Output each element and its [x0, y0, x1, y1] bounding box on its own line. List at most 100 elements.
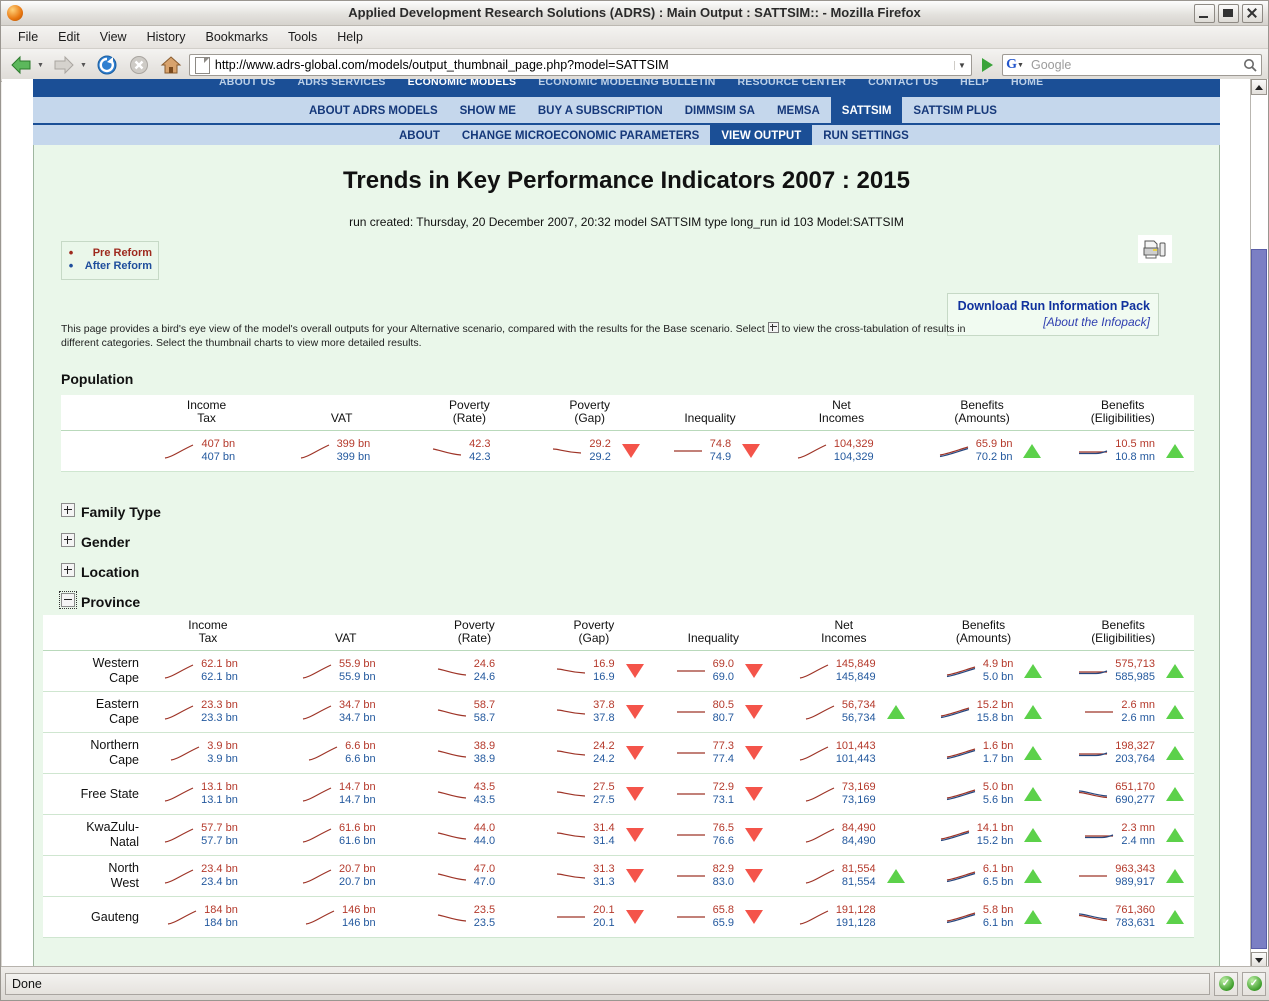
nav-primary-item-economic-models[interactable]: ECONOMIC MODELS — [408, 79, 517, 88]
sparkline-chart[interactable] — [674, 702, 708, 722]
sparkline-chart[interactable] — [435, 784, 469, 804]
sparkline-chart[interactable] — [554, 702, 588, 722]
sparkline-chart[interactable] — [671, 441, 705, 461]
print-icon[interactable] — [1138, 235, 1172, 263]
sparkline-chart[interactable] — [165, 907, 199, 927]
sparkline-chart[interactable] — [803, 866, 837, 886]
sparkline-chart[interactable] — [944, 784, 978, 804]
sparkline-chart[interactable] — [1076, 441, 1110, 461]
sparkline-chart[interactable] — [803, 784, 837, 804]
sparkline-chart[interactable] — [168, 743, 202, 763]
maximize-button[interactable] — [1218, 4, 1239, 23]
sparkline-chart[interactable] — [803, 825, 837, 845]
sparkline-chart[interactable] — [938, 825, 972, 845]
menu-view[interactable]: View — [91, 27, 136, 47]
section-header-location[interactable]: Location — [61, 563, 139, 580]
nav-tertiary-item-view-output[interactable]: VIEW OUTPUT — [710, 125, 812, 147]
scroll-up-button[interactable] — [1251, 79, 1267, 95]
sparkline-chart[interactable] — [306, 743, 340, 763]
sparkline-chart[interactable] — [674, 743, 708, 763]
sparkline-chart[interactable] — [674, 825, 708, 845]
sparkline-chart[interactable] — [674, 661, 708, 681]
sparkline-chart[interactable] — [1076, 866, 1110, 886]
sparkline-chart[interactable] — [435, 661, 469, 681]
sparkline-chart[interactable] — [944, 866, 978, 886]
url-bar[interactable]: http://www.adrs-global.com/models/output… — [189, 54, 972, 76]
sparkline-chart[interactable] — [944, 743, 978, 763]
sparkline-chart[interactable] — [435, 743, 469, 763]
nav-tertiary-item-run-settings[interactable]: RUN SETTINGS — [812, 125, 920, 147]
security-status-icon[interactable]: ✓ — [1214, 972, 1238, 996]
nav-tertiary-item-about[interactable]: ABOUT — [388, 125, 451, 147]
sparkline-chart[interactable] — [674, 784, 708, 804]
nav-secondary-item-dimmsim-sa[interactable]: DIMMSIM SA — [674, 97, 766, 125]
sparkline-chart[interactable] — [554, 661, 588, 681]
page-scrollbar-vertical[interactable] — [1250, 79, 1267, 968]
sparkline-chart[interactable] — [797, 661, 831, 681]
sparkline-chart[interactable] — [162, 825, 196, 845]
sparkline-chart[interactable] — [1082, 825, 1116, 845]
nav-secondary-item-sattsim-plus[interactable]: SATTSIM PLUS — [902, 97, 1007, 125]
download-infopack-box[interactable]: Download Run Information Pack [About the… — [947, 293, 1159, 336]
close-button[interactable] — [1242, 4, 1263, 23]
sparkline-chart[interactable] — [1082, 702, 1116, 722]
nav-primary-item-about-us[interactable]: ABOUT US — [219, 79, 275, 88]
nav-primary-item-economic-modeling-bulletin[interactable]: ECONOMIC MODELING BULLETIN — [538, 79, 715, 88]
sparkline-chart[interactable] — [435, 866, 469, 886]
sparkline-chart[interactable] — [554, 907, 588, 927]
sparkline-chart[interactable] — [554, 743, 588, 763]
nav-secondary-item-memsa[interactable]: MEMSA — [766, 97, 831, 125]
sparkline-chart[interactable] — [795, 441, 829, 461]
sparkline-chart[interactable] — [554, 825, 588, 845]
download-infopack-link[interactable]: Download Run Information Pack — [956, 299, 1150, 313]
section-header-gender[interactable]: Gender — [61, 533, 130, 550]
scrollbar-thumb[interactable] — [1251, 249, 1267, 949]
addon-status-icon[interactable]: ✓ — [1242, 972, 1266, 996]
home-button-icon[interactable] — [157, 52, 185, 78]
sparkline-chart[interactable] — [435, 907, 469, 927]
sparkline-chart[interactable] — [797, 743, 831, 763]
section-header-family-type[interactable]: Family Type — [61, 503, 161, 520]
sparkline-chart[interactable] — [1076, 784, 1110, 804]
nav-primary-item-contact-us[interactable]: CONTACT US — [868, 79, 938, 88]
menu-bookmarks[interactable]: Bookmarks — [196, 27, 277, 47]
sparkline-chart[interactable] — [162, 661, 196, 681]
search-icon[interactable] — [1239, 58, 1261, 72]
reload-button-icon[interactable] — [93, 52, 121, 78]
go-button-icon[interactable] — [976, 54, 998, 76]
sparkline-chart[interactable] — [1076, 743, 1110, 763]
nav-secondary-item-about-adrs-models[interactable]: ABOUT ADRS MODELS — [298, 97, 449, 125]
sparkline-chart[interactable] — [298, 441, 332, 461]
search-input[interactable]: Google — [1027, 58, 1239, 72]
section-header-province[interactable]: Province — [61, 593, 140, 610]
sparkline-chart[interactable] — [797, 907, 831, 927]
expand-plus-icon[interactable] — [61, 563, 75, 577]
sparkline-chart[interactable] — [944, 661, 978, 681]
sparkline-chart[interactable] — [162, 866, 196, 886]
sparkline-chart[interactable] — [300, 661, 334, 681]
about-infopack-link[interactable]: [About the Infopack] — [956, 315, 1150, 329]
expand-plus-icon[interactable] — [61, 503, 75, 517]
sparkline-chart[interactable] — [300, 702, 334, 722]
sparkline-chart[interactable] — [300, 784, 334, 804]
nav-secondary-item-sattsim[interactable]: SATTSIM — [831, 97, 903, 125]
sparkline-chart[interactable] — [162, 441, 196, 461]
nav-primary-item-resource-center[interactable]: RESOURCE CENTER — [738, 79, 847, 88]
nav-tertiary-item-change-microeconomic-parameters[interactable]: CHANGE MICROECONOMIC PARAMETERS — [451, 125, 710, 147]
sparkline-chart[interactable] — [435, 702, 469, 722]
sparkline-chart[interactable] — [1076, 907, 1110, 927]
sparkline-chart[interactable] — [300, 866, 334, 886]
sparkline-chart[interactable] — [162, 702, 196, 722]
nav-primary-item-adrs-services[interactable]: ADRS SERVICES — [297, 79, 385, 88]
sparkline-chart[interactable] — [937, 441, 971, 461]
sparkline-chart[interactable] — [430, 441, 464, 461]
nav-secondary-item-buy-a-subscription[interactable]: BUY A SUBSCRIPTION — [527, 97, 674, 125]
sparkline-chart[interactable] — [938, 702, 972, 722]
sparkline-chart[interactable] — [300, 825, 334, 845]
forward-history-dropdown-icon[interactable]: ▼ — [80, 62, 87, 69]
sparkline-chart[interactable] — [554, 784, 588, 804]
sparkline-chart[interactable] — [1076, 661, 1110, 681]
sparkline-chart[interactable] — [674, 907, 708, 927]
nav-primary-item-home[interactable]: HOME — [1011, 79, 1043, 88]
search-bar[interactable]: G▼ Google — [1002, 54, 1262, 76]
